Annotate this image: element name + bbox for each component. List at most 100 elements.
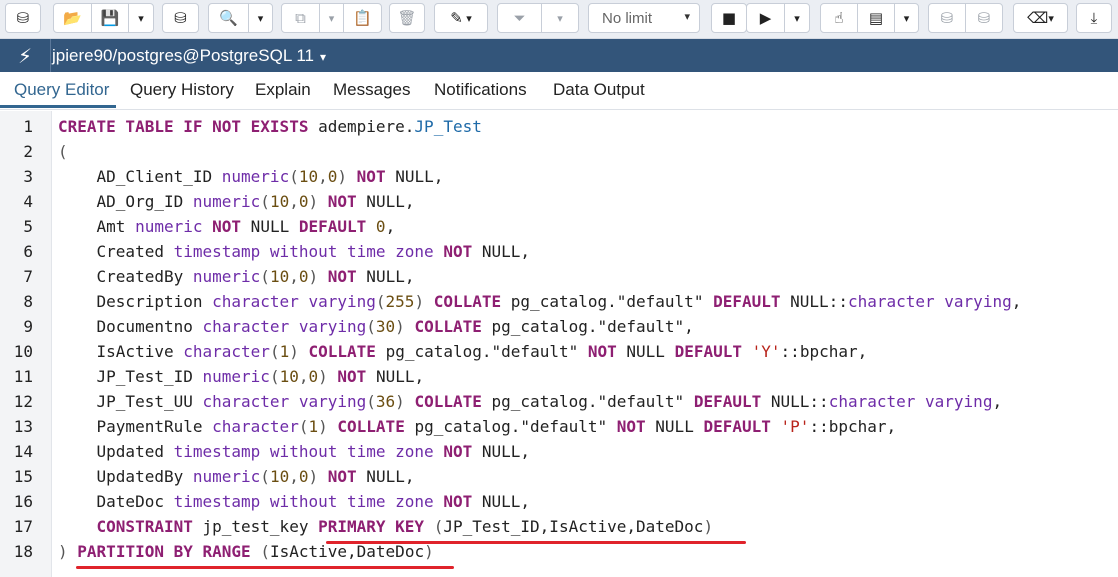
code-token: 1 — [279, 342, 290, 361]
code-line[interactable]: JP_Test_UU character varying(36) COLLATE… — [58, 392, 1003, 411]
code-line[interactable]: AD_Org_ID numeric(10,0) NOT NULL, — [58, 192, 415, 211]
open-file-button[interactable]: 📂 — [54, 4, 92, 32]
code-line[interactable]: PaymentRule character(1) COLLATE pg_cata… — [58, 417, 897, 436]
execute-button[interactable]: ▶ — [747, 4, 785, 32]
code-line[interactable]: UpdatedBy numeric(10,0) NOT NULL, — [58, 467, 415, 486]
code-line[interactable]: Created timestamp without time zone NOT … — [58, 242, 531, 261]
code-line[interactable]: DateDoc timestamp without time zone NOT … — [58, 492, 531, 511]
stop-button[interactable]: ■ — [711, 3, 747, 33]
tab-query-editor[interactable]: Query Editor — [14, 80, 109, 100]
edit-db-button[interactable]: ⛁ — [162, 3, 199, 33]
copy-options-button[interactable]: ▾ — [320, 4, 344, 32]
line-number: 1 — [23, 117, 33, 136]
tab-query-history[interactable]: Query History — [130, 80, 234, 100]
list-icon: ▤ — [868, 9, 884, 27]
execute-button-group: ▶ ▾ — [746, 3, 810, 33]
tab-explain[interactable]: Explain — [255, 80, 311, 100]
filter-options-button[interactable]: ▾ — [542, 4, 578, 32]
code-line[interactable]: AD_Client_ID numeric(10,0) NOT NULL, — [58, 167, 444, 186]
browser-button[interactable]: ⛁ — [5, 3, 41, 33]
line-number: 18 — [13, 542, 33, 561]
execute-options-button[interactable]: ▾ — [785, 4, 809, 32]
rollback-icon: ⛁ — [977, 9, 991, 27]
code-token: COLLATE — [414, 317, 482, 336]
code-token: NULL — [241, 217, 299, 236]
code-token: ) — [58, 542, 68, 561]
code-token: CONSTRAINT — [96, 517, 193, 536]
edit-icon: ✎ — [450, 9, 463, 27]
code-line[interactable]: CONSTRAINT jp_test_key PRIMARY KEY (JP_T… — [58, 517, 714, 536]
edit-button[interactable]: ✎ ▾ — [434, 3, 488, 33]
download-button[interactable]: ⤓ — [1076, 3, 1112, 33]
code-token: adempiere. — [308, 117, 415, 136]
code-token: NULL, — [366, 367, 425, 386]
code-line[interactable]: CreatedBy numeric(10,0) NOT NULL, — [58, 267, 415, 286]
explain-button[interactable]: ☝ — [821, 4, 858, 32]
chevron-down-icon: ▾ — [462, 11, 472, 25]
code-line[interactable]: Amt numeric NOT NULL DEFAULT 0, — [58, 217, 396, 236]
code-token: PARTITION BY RANGE — [77, 542, 251, 561]
code-line[interactable]: Description character varying(255) COLLA… — [58, 292, 1022, 311]
code-token: AD_Client_ID — [58, 167, 222, 186]
rollback-button[interactable]: ⛁ — [966, 4, 1002, 32]
copy-button[interactable]: ⧉ — [282, 4, 320, 32]
line-number: 16 — [13, 492, 33, 511]
clear-button[interactable]: ⌫ ▾ — [1013, 3, 1068, 33]
find-button[interactable]: 🔍 — [209, 4, 249, 32]
code-line[interactable]: IsActive character(1) COLLATE pg_catalog… — [58, 342, 868, 361]
code-token: Updated — [58, 442, 174, 461]
row-limit-select[interactable]: No limit ▾ — [588, 3, 700, 33]
code-line[interactable]: Documentno character varying(30) COLLATE… — [58, 317, 694, 336]
code-token: pg_catalog."default", — [481, 317, 694, 336]
tab-messages[interactable]: Messages — [333, 80, 410, 100]
code-line[interactable]: ( — [58, 142, 68, 161]
code-token: character varying — [212, 292, 376, 311]
find-options-button[interactable]: ▾ — [249, 4, 272, 32]
sql-editor[interactable]: 1 2 3 4 5 6 7 8 9 10 11 12 13 14 15 16 17 18 CREATE TABLE… — [0, 111, 1118, 577]
editor-tabs: Query Editor Query History Explain Messa… — [0, 72, 1118, 110]
filter-button[interactable]: ⏷ — [498, 4, 542, 32]
code-line[interactable]: CREATE TABLE IF NOT EXISTS adempiere.JP_… — [58, 117, 482, 136]
tab-notifications[interactable]: Notifications — [434, 80, 527, 100]
save-file-button[interactable]: 💾 — [92, 4, 129, 32]
connection-selector[interactable]: jpiere90/postgres@PostgreSQL 11 ▾ — [52, 46, 326, 66]
code-token: , — [1011, 292, 1022, 311]
chevron-down-icon: ▾ — [903, 11, 910, 25]
code-token: NULL:: — [780, 292, 848, 311]
code-token: numeric — [192, 467, 261, 486]
open-file-icon: 📂 — [63, 9, 82, 27]
code-token: character varying — [202, 317, 367, 336]
commit-button[interactable]: ⛁ — [929, 4, 966, 32]
line-number: 13 — [13, 417, 33, 436]
line-number: 14 — [13, 442, 33, 461]
line-number-gutter: 1 2 3 4 5 6 7 8 9 10 11 12 13 14 15 16 17 18 — [0, 111, 52, 577]
code-token: NULL, — [472, 492, 531, 511]
code-line[interactable]: JP_Test_ID numeric(10,0) NOT NULL, — [58, 367, 425, 386]
chevron-down-icon: ▾ — [684, 10, 690, 23]
line-number: 11 — [13, 367, 33, 386]
code-token: NOT — [356, 167, 386, 186]
explain-analyze-button[interactable]: ▤ — [858, 4, 895, 32]
delete-button[interactable]: 🗑 — [389, 3, 425, 33]
code-token: NOT — [443, 492, 473, 511]
explain-options-button[interactable]: ▾ — [895, 4, 918, 32]
code-token: 10 — [269, 192, 290, 211]
paste-button[interactable]: 📋 — [344, 4, 381, 32]
line-number: 9 — [23, 317, 33, 336]
hand-pointer-icon: ☝ — [834, 9, 844, 27]
code-token: ::bpchar, — [809, 417, 897, 436]
tab-data-output[interactable]: Data Output — [553, 80, 645, 100]
code-line[interactable]: ) PARTITION BY RANGE (IsActive,DateDoc) — [58, 542, 434, 561]
code-line[interactable]: Updated timestamp without time zone NOT … — [58, 442, 531, 461]
plug-icon[interactable]: ⚡ — [0, 39, 51, 72]
copy-icon: ⧉ — [295, 9, 306, 27]
code-token: 10 — [269, 467, 290, 486]
save-options-button[interactable]: ▾ — [129, 4, 153, 32]
code-token: 10 — [279, 367, 299, 386]
code-token: JP_Test_ID — [58, 367, 203, 386]
